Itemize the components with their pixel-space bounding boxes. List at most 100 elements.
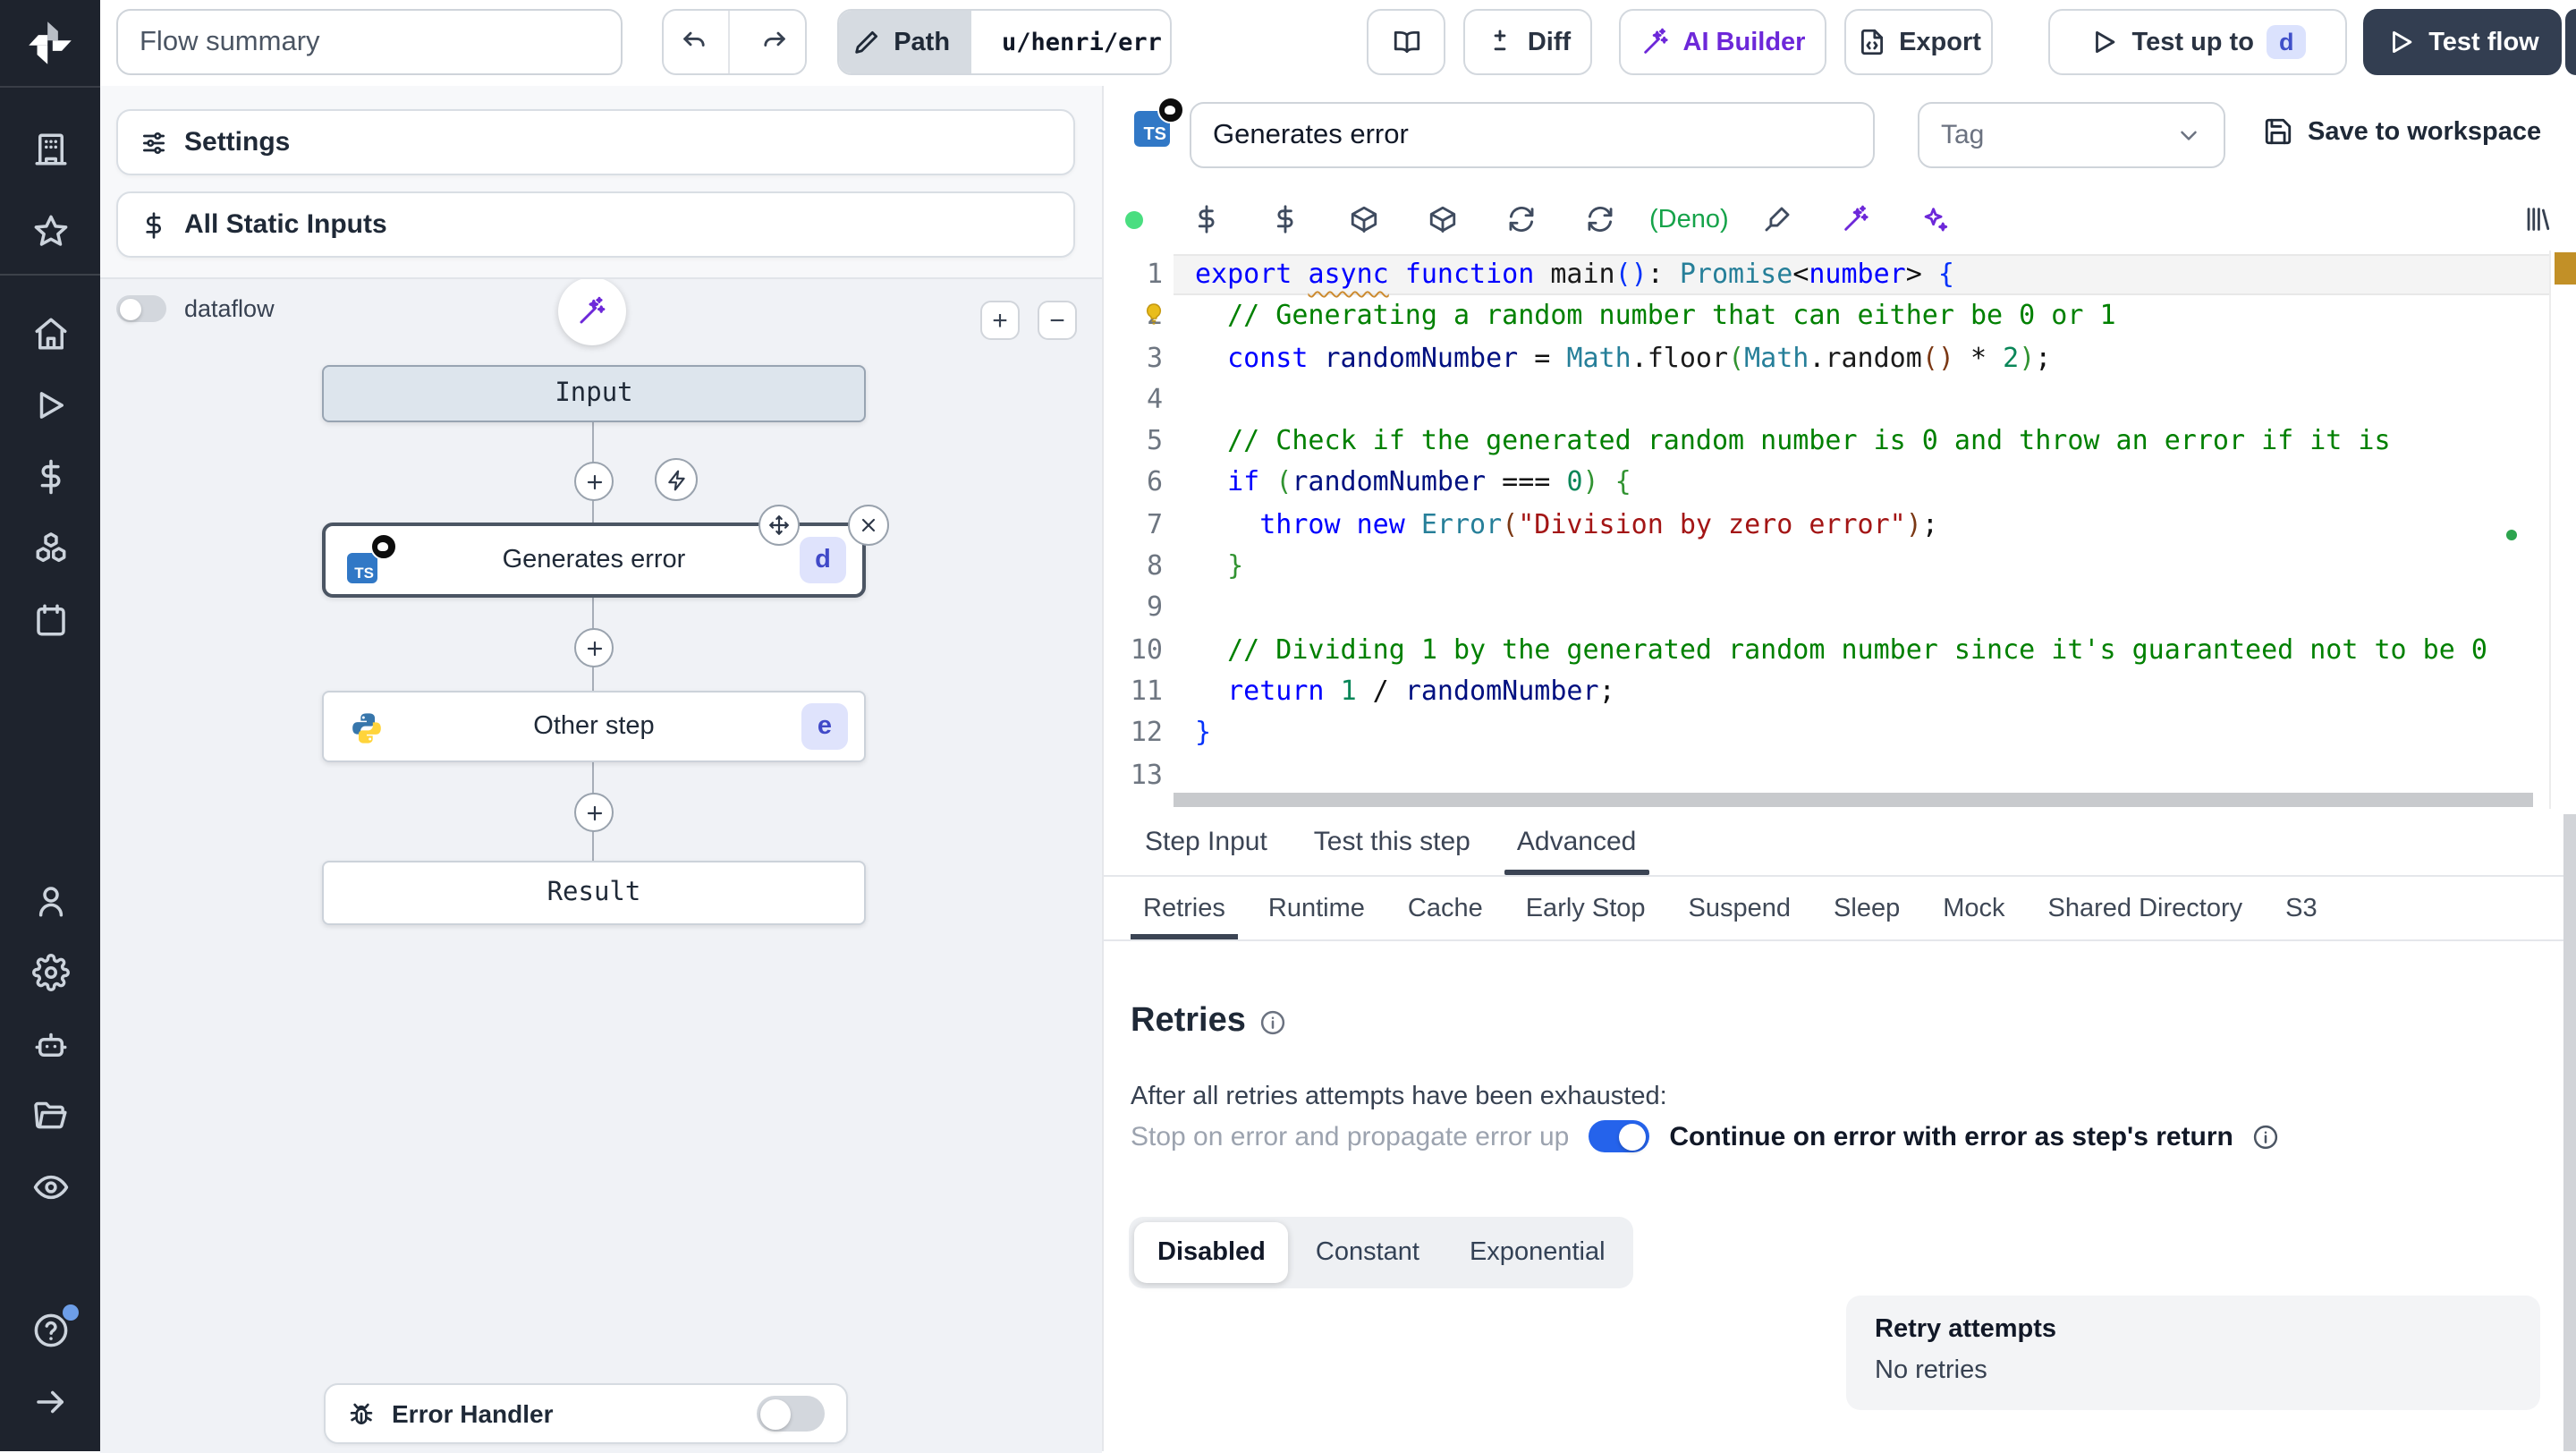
retry-mode-button[interactable]: Constant: [1292, 1222, 1443, 1283]
advanced-subtab[interactable]: Shared Directory: [2027, 877, 2265, 939]
sidebar: [0, 0, 100, 1451]
step-id-badge: e: [801, 703, 848, 750]
flow-node-result[interactable]: Result: [322, 861, 866, 925]
step-tab[interactable]: Step Input: [1122, 809, 1291, 875]
retry-mode-button[interactable]: Exponential: [1446, 1222, 1629, 1283]
advanced-subtab[interactable]: Retries: [1122, 877, 1247, 939]
sidebar-item-help[interactable]: [0, 1294, 100, 1365]
insert-step-button[interactable]: [574, 462, 614, 501]
ai-flow-wand-button[interactable]: [558, 279, 626, 345]
save-to-workspace-button[interactable]: Save to workspace: [2263, 116, 2541, 147]
test-up-to-label: Test up to: [2131, 28, 2254, 56]
reload-icon[interactable]: [1506, 204, 1537, 234]
advanced-subtab[interactable]: Mock: [1921, 877, 2026, 939]
stop-on-error-option[interactable]: Stop on error and propagate error up: [1131, 1121, 1569, 1151]
code-editor[interactable]: 12345678910111213 export async function …: [1104, 251, 2576, 809]
sidebar-item-resources[interactable]: [0, 512, 100, 583]
flow-graph: dataflow + − Input TS Generates error d: [100, 277, 1102, 1453]
error-handler-toggle[interactable]: [757, 1396, 825, 1432]
plus-icon: [582, 801, 606, 824]
path-button[interactable]: Path u/henri/err: [837, 9, 1172, 75]
sidebar-item-favorites[interactable]: [0, 195, 100, 267]
flow-summary-input[interactable]: [116, 9, 623, 75]
sidebar-item-audit-logs[interactable]: [0, 1151, 100, 1222]
plus-icon: [582, 470, 606, 493]
sidebar-item-workspace[interactable]: [0, 113, 100, 184]
tag-select[interactable]: Tag: [1918, 102, 2225, 168]
move-step-handle[interactable]: [758, 505, 800, 546]
format-br≈ush-icon[interactable]: [1763, 204, 1793, 234]
error-behavior-toggle[interactable]: [1589, 1120, 1650, 1152]
package-icon[interactable]: [1349, 204, 1379, 234]
insert-step-button[interactable]: [574, 628, 614, 667]
sidebar-collapse-button[interactable]: [0, 1365, 100, 1437]
zoom-out-button[interactable]: −: [1038, 301, 1077, 340]
advanced-subtab[interactable]: Sleep: [1812, 877, 1921, 939]
advanced-subtab[interactable]: Early Stop: [1504, 877, 1667, 939]
lightbulb-icon[interactable]: [1140, 301, 1168, 329]
step-tab[interactable]: Test this step: [1291, 809, 1494, 875]
advanced-subtab[interactable]: Suspend: [1667, 877, 1813, 939]
sidebar-item-variables[interactable]: [0, 440, 100, 512]
test-up-to-button[interactable]: Test up to d: [2048, 9, 2347, 75]
resources-dollar-icon[interactable]: [1270, 204, 1301, 234]
book-open-icon: [1391, 27, 1421, 57]
code-lines[interactable]: export async function main(): Promise<nu…: [1174, 254, 2551, 796]
sidebar-item-settings[interactable]: [0, 936, 100, 1007]
windmill-logo-icon[interactable]: [0, 0, 100, 88]
step-name-input[interactable]: [1190, 102, 1875, 168]
export-button[interactable]: Export: [1844, 9, 1993, 75]
dataflow-toggle[interactable]: [116, 295, 166, 322]
sidebar-item-runs[interactable]: [0, 369, 100, 440]
error-handler-toggle-card[interactable]: Error Handler: [324, 1383, 848, 1444]
input-node-label: Input: [555, 379, 633, 408]
error-behavior-row: Stop on error and propagate error up Con…: [1131, 1120, 2280, 1152]
retries-exhausted-label: After all retries attempts have been exh…: [1131, 1083, 1667, 1111]
ai-sparkles-icon[interactable]: [1920, 204, 1951, 234]
flow-settings-button[interactable]: Settings: [116, 109, 1075, 175]
info-icon[interactable]: [2253, 1123, 2280, 1150]
sidebar-item-schedules[interactable]: [0, 583, 100, 655]
help-notification-badge: [63, 1304, 79, 1321]
redo-button[interactable]: [741, 11, 805, 73]
step-tabs: Step Input Test this step Advanced: [1104, 809, 2576, 877]
continue-on-error-option[interactable]: Continue on error with error as step's r…: [1669, 1121, 2233, 1151]
retry-mode-button[interactable]: Disabled: [1134, 1222, 1289, 1283]
horizontal-scrollbar[interactable]: [1174, 793, 2533, 807]
typescript-deno-icon: TS: [1134, 97, 1184, 147]
docs-button[interactable]: [1367, 9, 1445, 75]
zoom-in-button[interactable]: +: [980, 301, 1020, 340]
library-icon[interactable]: [2522, 204, 2553, 234]
advanced-subtab[interactable]: S3: [2264, 877, 2339, 939]
all-static-inputs-button[interactable]: All Static Inputs: [116, 191, 1075, 258]
retry-attempts-value: No retries: [1875, 1356, 1987, 1385]
diff-button[interactable]: Diff: [1463, 9, 1592, 75]
export-label: Export: [1899, 28, 1981, 56]
ai-builder-button[interactable]: AI Builder: [1619, 9, 1826, 75]
package-icon[interactable]: [1428, 204, 1458, 234]
sidebar-item-folders[interactable]: [0, 1079, 100, 1151]
flow-node-other-step[interactable]: Other step e: [322, 691, 866, 762]
undo-button[interactable]: [664, 11, 729, 73]
step-tab[interactable]: Advanced: [1494, 809, 1659, 875]
vertical-scrollbar[interactable]: [2563, 814, 2576, 1451]
sidebar-item-workers[interactable]: [0, 1007, 100, 1079]
play-icon: [2385, 27, 2416, 57]
flow-node-input[interactable]: Input: [322, 365, 866, 422]
delete-step-button[interactable]: [848, 505, 889, 546]
ai-wand-icon[interactable]: [1842, 204, 1872, 234]
variables-dollar-icon[interactable]: [1191, 204, 1222, 234]
test-flow-button[interactable]: Test flow: [2363, 9, 2562, 75]
info-icon[interactable]: [1260, 1008, 1287, 1035]
advanced-subtab[interactable]: Cache: [1386, 877, 1504, 939]
sidebar-item-home[interactable]: [0, 297, 100, 369]
plus-icon: [582, 636, 606, 659]
insert-step-button[interactable]: [574, 793, 614, 832]
export-file-icon: [1856, 27, 1886, 57]
reload-icon[interactable]: [1585, 204, 1615, 234]
next-button-sliver[interactable]: [2565, 9, 2576, 75]
advanced-subtab[interactable]: Runtime: [1247, 877, 1386, 939]
trigger-button[interactable]: [655, 458, 698, 501]
warning-marker: [2555, 252, 2576, 285]
sidebar-item-account[interactable]: [0, 864, 100, 936]
